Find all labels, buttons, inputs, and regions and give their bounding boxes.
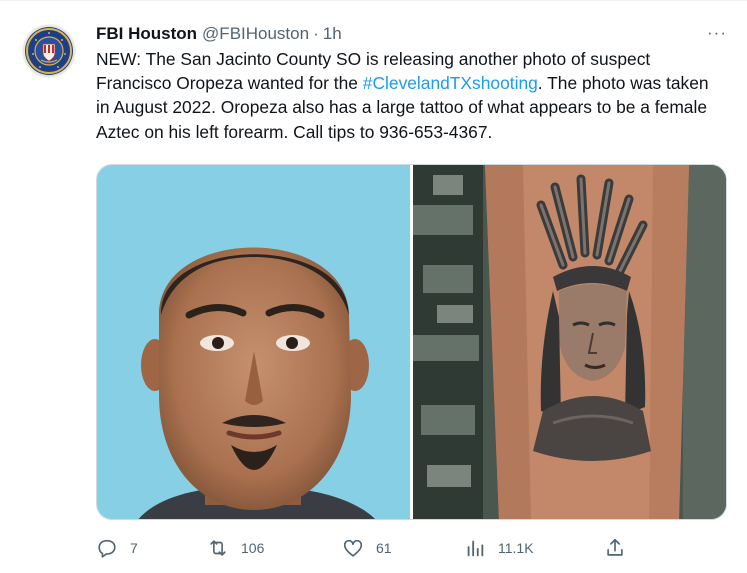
retweet-count: 106 [241,540,265,556]
reply-count: 7 [130,540,138,556]
action-bar: 7 106 61 11.1K [96,536,632,560]
more-options-button[interactable]: ··· [704,22,730,44]
separator-dot: · [313,24,319,43]
views-button[interactable]: 11.1K [464,536,534,560]
display-name[interactable]: FBI Houston [96,24,197,44]
user-handle[interactable]: @FBIHouston [202,24,309,44]
tweet-text: NEW: The San Jacinto County SO is releas… [96,47,726,144]
like-button[interactable]: 61 [342,536,392,560]
reply-button[interactable]: 7 [96,536,138,560]
more-icon: ··· [707,23,727,42]
tattoo-photo-icon [413,165,726,519]
like-icon [343,539,363,557]
tattoo-photo[interactable] [413,165,726,519]
media-grid [96,164,727,520]
views-count: 11.1K [498,540,534,556]
share-button[interactable] [604,536,638,560]
timestamp[interactable]: 1h [323,24,342,44]
views-icon [467,540,484,557]
retweet-icon [210,540,226,556]
hashtag-link[interactable]: #ClevelandTXshooting [363,73,538,93]
retweet-button[interactable]: 106 [207,536,264,560]
divider [0,0,747,1]
tweet[interactable]: FBI Houston @FBIHouston · 1h ··· NEW: Th… [0,0,747,573]
tweet-header: FBI Houston @FBIHouston · 1h [96,22,342,46]
reply-icon [98,539,116,558]
suspect-photo[interactable] [97,165,410,519]
share-icon [607,538,623,556]
fbi-seal-icon [23,25,75,77]
like-count: 61 [376,540,392,556]
avatar[interactable] [22,24,76,78]
suspect-photo-icon [97,165,410,519]
